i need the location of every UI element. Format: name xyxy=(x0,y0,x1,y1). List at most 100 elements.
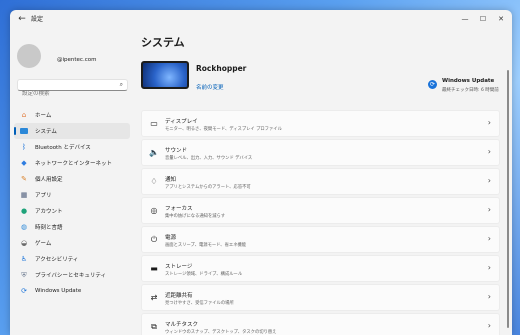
card-title: ディスプレイ xyxy=(165,119,198,125)
nearby-share-icon: ⇄ xyxy=(150,293,158,302)
sidebar-item-label: 時刻と言語 xyxy=(35,225,63,231)
card-focus[interactable]: ◎ フォーカス 集中の妨げになる通知を減らす › xyxy=(141,197,500,224)
sidebar-item-home[interactable]: ⌂ ホーム xyxy=(14,107,130,123)
card-title: 電源 xyxy=(165,235,177,241)
sidebar-item-personalization[interactable]: ✎ 個人用設定 xyxy=(14,171,130,187)
brush-icon: ✎ xyxy=(21,175,27,183)
sidebar-item-label: ネットワークとインターネット xyxy=(35,161,113,167)
card-subtitle: ストレージ領域、ドライブ、構成ルール xyxy=(165,272,243,277)
apps-icon: ▦ xyxy=(20,191,28,199)
sidebar-item-network[interactable]: ◆ ネットワークとインターネット xyxy=(14,155,130,171)
system-icon xyxy=(20,128,28,134)
chevron-right-icon: › xyxy=(487,263,491,272)
windows-update-subtitle: 最終チェック日時: 6 時間前 xyxy=(442,88,499,93)
windows-update-icon: ⟳ xyxy=(428,80,437,89)
card-title: 近距離共有 xyxy=(165,293,193,299)
maximize-button[interactable]: ☐ xyxy=(474,12,492,26)
windows-update-status[interactable]: ⟳ Windows Update 最終チェック日時: 6 時間前 xyxy=(428,75,508,95)
card-sound[interactable]: 🔈 サウンド 音量レベル、出力、入力、サウンド デバイス › xyxy=(141,139,500,166)
page-title: システム xyxy=(141,36,185,49)
card-multitasking[interactable]: ⧉ マルチタスク ウィンドウのスナップ、デスクトップ、タスクの切り替え › xyxy=(141,313,500,335)
card-title: ストレージ xyxy=(165,264,193,270)
close-button[interactable]: ✕ xyxy=(492,12,510,26)
scrollbar[interactable] xyxy=(507,70,509,328)
window-title: 設定 xyxy=(31,16,44,23)
card-title: マルチタスク xyxy=(165,322,199,328)
settings-window: ← 設定 — ☐ ✕ @ipentec.com ⌕ ⌂ ホーム システム ᛒ B… xyxy=(10,10,512,335)
sidebar-item-label: アクセシビリティ xyxy=(35,257,79,263)
sidebar-item-label: ホーム xyxy=(35,113,52,119)
windows-update-icon: ⟳ xyxy=(21,287,27,295)
sidebar-item-gaming[interactable]: ◒ ゲーム xyxy=(14,235,130,251)
chevron-right-icon: › xyxy=(487,234,491,243)
back-arrow-icon[interactable]: ← xyxy=(16,13,28,25)
device-name: Rockhopper xyxy=(196,64,247,73)
network-icon: ◆ xyxy=(21,159,27,167)
sidebar-item-accounts[interactable]: ● アカウント xyxy=(14,203,130,219)
card-subtitle: 集中の妨げになる通知を減らす xyxy=(165,214,226,219)
title-bar: ← 設定 — ☐ ✕ xyxy=(10,10,512,28)
sidebar-item-label: Windows Update xyxy=(35,288,82,294)
main-content: システム Rockhopper 名前の変更 ⟳ Windows Update 最… xyxy=(141,28,512,335)
sidebar-item-label: プライバシーとセキュリティ xyxy=(35,273,107,279)
avatar[interactable] xyxy=(17,44,41,68)
storage-icon: ▬ xyxy=(150,264,158,273)
sidebar-item-apps[interactable]: ▦ アプリ xyxy=(14,187,130,203)
chevron-right-icon: › xyxy=(487,118,491,127)
bluetooth-icon: ᛒ xyxy=(21,143,27,151)
sidebar-nav: ⌂ ホーム システム ᛒ Bluetooth とデバイス ◆ ネットワークとイン… xyxy=(14,107,130,299)
search-input[interactable] xyxy=(18,89,114,99)
device-thumbnail xyxy=(141,61,189,89)
sidebar-item-label: アプリ xyxy=(35,193,52,199)
gamepad-icon: ◒ xyxy=(20,239,28,247)
card-subtitle: アプリとシステムからのアラート、応答不可 xyxy=(165,185,251,190)
sidebar-item-label: システム xyxy=(35,129,57,135)
search-icon[interactable]: ⌕ xyxy=(120,81,123,89)
account-email: @ipentec.com xyxy=(57,57,97,63)
sidebar-item-system[interactable]: システム xyxy=(14,123,130,139)
card-subtitle: ウィンドウのスナップ、デスクトップ、タスクの切り替え xyxy=(165,330,277,335)
globe-icon: ◍ xyxy=(20,223,28,231)
card-subtitle: モニター、明るさ、夜間モード、ディスプレイ プロファイル xyxy=(165,127,282,132)
shield-icon: ⛨ xyxy=(21,271,27,279)
account-icon: ● xyxy=(20,207,28,215)
sidebar-item-label: 個人用設定 xyxy=(35,177,63,183)
chevron-right-icon: › xyxy=(487,205,491,214)
card-subtitle: 音量レベル、出力、入力、サウンド デバイス xyxy=(165,156,253,161)
chevron-right-icon: › xyxy=(487,321,491,330)
sidebar-item-windows-update[interactable]: ⟳ Windows Update xyxy=(14,283,130,299)
card-subtitle: 見つけやすさ、受信ファイルの場所 xyxy=(165,301,234,306)
card-notifications[interactable]: ♢ 通知 アプリとシステムからのアラート、応答不可 › xyxy=(141,168,500,195)
sidebar-item-time-language[interactable]: ◍ 時刻と言語 xyxy=(14,219,130,235)
power-icon: ⏻ xyxy=(150,235,158,244)
card-title: サウンド xyxy=(165,148,188,154)
sidebar-item-bluetooth[interactable]: ᛒ Bluetooth とデバイス xyxy=(14,139,130,155)
windows-update-title: Windows Update xyxy=(442,78,495,84)
speaker-icon: 🔈 xyxy=(149,148,159,157)
card-title: 通知 xyxy=(165,177,177,183)
sidebar-item-accessibility[interactable]: ♿ アクセシビリティ xyxy=(14,251,130,267)
chevron-right-icon: › xyxy=(487,292,491,301)
sidebar-item-label: アカウント xyxy=(35,209,63,215)
display-icon: ▭ xyxy=(150,119,158,128)
card-nearby-share[interactable]: ⇄ 近距離共有 見つけやすさ、受信ファイルの場所 › xyxy=(141,284,500,311)
sidebar-item-label: ゲーム xyxy=(35,241,52,247)
sidebar-item-privacy[interactable]: ⛨ プライバシーとセキュリティ xyxy=(14,267,130,283)
card-power[interactable]: ⏻ 電源 画面とスリープ、電源モード、省エネ機能 › xyxy=(141,226,500,253)
sidebar: @ipentec.com ⌕ ⌂ ホーム システム ᛒ Bluetooth とデ… xyxy=(10,28,138,335)
multitask-icon: ⧉ xyxy=(151,322,157,331)
settings-cards: ▭ ディスプレイ モニター、明るさ、夜間モード、ディスプレイ プロファイル › … xyxy=(141,110,500,335)
minimize-button[interactable]: — xyxy=(456,12,474,26)
focus-icon: ◎ xyxy=(150,206,158,215)
card-subtitle: 画面とスリープ、電源モード、省エネ機能 xyxy=(165,243,247,248)
search-box[interactable]: ⌕ xyxy=(17,79,128,99)
accessibility-icon: ♿ xyxy=(20,255,28,263)
bell-icon: ♢ xyxy=(150,177,158,186)
card-title: フォーカス xyxy=(165,206,193,212)
chevron-right-icon: › xyxy=(487,176,491,185)
rename-link[interactable]: 名前の変更 xyxy=(196,83,224,91)
card-storage[interactable]: ▬ ストレージ ストレージ領域、ドライブ、構成ルール › xyxy=(141,255,500,282)
card-display[interactable]: ▭ ディスプレイ モニター、明るさ、夜間モード、ディスプレイ プロファイル › xyxy=(141,110,500,137)
sidebar-item-label: Bluetooth とデバイス xyxy=(35,145,91,151)
chevron-right-icon: › xyxy=(487,147,491,156)
